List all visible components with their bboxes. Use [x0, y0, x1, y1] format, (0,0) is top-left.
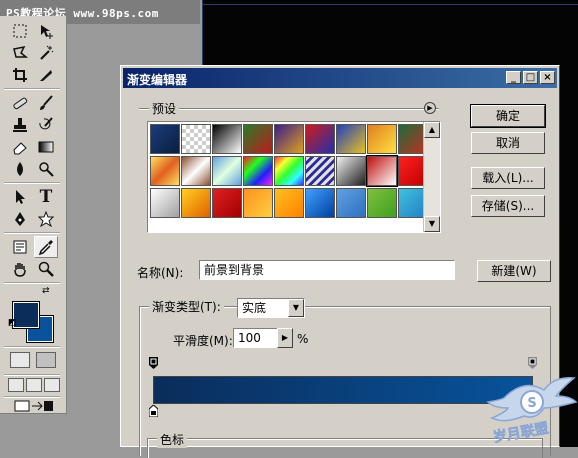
tools-divider — [4, 346, 60, 348]
scroll-down-icon[interactable]: ▼ — [424, 216, 440, 232]
presets-scrollbar[interactable]: ▲ ▼ — [423, 122, 440, 232]
slice-tool-icon[interactable] — [34, 64, 58, 86]
presets-menu-arrow-icon[interactable]: ▶ — [424, 102, 436, 114]
dodge-tool-icon[interactable] — [34, 158, 58, 180]
preset-swatch[interactable] — [212, 156, 242, 186]
tools-palette: T ⇄ ◩ — [0, 16, 67, 414]
screen-mode-full-icon[interactable] — [44, 378, 60, 392]
blur-tool-icon[interactable] — [8, 158, 32, 180]
color-stop-left-icon[interactable] — [149, 405, 158, 417]
tools-divider — [4, 88, 60, 90]
tools-divider — [4, 282, 60, 284]
preset-swatch[interactable] — [181, 188, 211, 218]
ok-button[interactable]: 确定 — [470, 104, 546, 128]
preset-swatch[interactable] — [336, 156, 366, 186]
preset-swatch[interactable] — [243, 188, 273, 218]
canvas-edge-line — [202, 4, 578, 5]
quick-mask-mode-icon[interactable] — [36, 352, 56, 368]
preset-swatch[interactable] — [336, 188, 366, 218]
presets-label: 预设 — [149, 100, 180, 117]
healing-brush-tool-icon[interactable] — [8, 92, 32, 114]
zoom-tool-icon[interactable] — [34, 258, 58, 280]
svg-text:S: S — [527, 396, 536, 411]
preset-swatch[interactable] — [274, 188, 304, 218]
preset-swatch[interactable] — [367, 188, 397, 218]
eraser-tool-icon[interactable] — [8, 136, 32, 158]
smoothness-unit: % — [297, 332, 309, 346]
color-stops-label: 色标 — [157, 431, 188, 448]
brand-logo-icon: S 岁月联盟 — [486, 377, 578, 446]
hand-tool-icon[interactable] — [8, 258, 32, 280]
close-button[interactable]: × — [540, 71, 555, 84]
crop-tool-icon[interactable] — [8, 64, 32, 86]
presets-list[interactable]: ▲ ▼ — [147, 121, 441, 233]
gradient-preview-bar[interactable] — [153, 376, 533, 404]
maximize-button[interactable]: □ — [523, 71, 538, 84]
move-tool-icon[interactable] — [34, 20, 58, 42]
brand-logo-text: 岁月联盟 — [492, 419, 550, 445]
save-button[interactable]: 存储(S)... — [471, 195, 545, 217]
preset-swatch[interactable] — [181, 124, 211, 154]
gradient-type-value: 实底 — [242, 301, 267, 315]
smoothness-slider-arrow-icon[interactable]: ▶ — [277, 328, 293, 348]
gradient-type-select[interactable]: 实底 ▼ — [237, 298, 305, 318]
opacity-stop-left-icon[interactable] — [149, 357, 158, 369]
preset-swatch[interactable] — [367, 124, 397, 154]
notes-tool-icon[interactable] — [8, 236, 32, 258]
screen-mode-standard-icon[interactable] — [8, 378, 24, 392]
dialog-titlebar[interactable]: 渐变编辑器 _ □ × — [123, 68, 557, 88]
smoothness-label: 平滑度(M): — [173, 334, 233, 348]
history-brush-tool-icon[interactable] — [34, 114, 58, 136]
marquee-tool-icon[interactable] — [8, 20, 32, 42]
path-selection-tool-icon[interactable] — [8, 186, 32, 208]
screen-mode-full-menu-icon[interactable] — [26, 378, 42, 392]
preset-swatch[interactable] — [150, 188, 180, 218]
preset-swatch[interactable] — [243, 124, 273, 154]
preset-swatch[interactable] — [366, 155, 398, 187]
type-tool-icon[interactable]: T — [34, 186, 58, 208]
preset-swatch[interactable] — [212, 188, 242, 218]
dialog-title: 渐变编辑器 — [127, 73, 188, 87]
jump-to-imageready-icon[interactable] — [12, 400, 56, 412]
preset-swatch[interactable] — [336, 124, 366, 154]
preset-swatch[interactable] — [150, 124, 180, 154]
smoothness-input[interactable]: 100 — [233, 328, 281, 348]
preset-swatch[interactable] — [212, 124, 242, 154]
name-label: 名称(N): — [137, 266, 184, 280]
preset-swatch[interactable] — [243, 156, 273, 186]
gradient-tool-icon[interactable] — [34, 136, 58, 158]
preset-swatch[interactable] — [305, 124, 335, 154]
standard-mode-icon[interactable] — [10, 352, 30, 368]
brush-tool-icon[interactable] — [34, 92, 58, 114]
preset-swatch[interactable] — [181, 156, 211, 186]
minimize-button[interactable]: _ — [506, 71, 521, 84]
lasso-tool-icon[interactable] — [8, 42, 32, 64]
default-colors-icon[interactable]: ◩ — [8, 318, 17, 328]
preset-swatch[interactable] — [305, 156, 335, 186]
tools-divider — [4, 182, 60, 184]
pen-tool-icon[interactable] — [8, 208, 32, 230]
preset-swatch[interactable] — [150, 156, 180, 186]
chevron-down-icon[interactable]: ▼ — [288, 299, 304, 317]
shape-tool-icon[interactable] — [34, 208, 58, 230]
scroll-up-icon[interactable]: ▲ — [424, 122, 440, 138]
tools-divider — [4, 374, 60, 376]
magic-wand-tool-icon[interactable] — [34, 42, 58, 64]
tools-divider — [4, 396, 60, 398]
cancel-button[interactable]: 取消 — [471, 132, 545, 154]
name-input[interactable]: 前景到背景 — [199, 260, 455, 280]
preset-swatch[interactable] — [274, 156, 304, 186]
load-button[interactable]: 载入(L)... — [471, 167, 545, 189]
gradient-type-label: 渐变类型(T): — [149, 298, 224, 315]
new-button[interactable]: 新建(W) — [477, 260, 551, 282]
eyedropper-tool-icon[interactable] — [34, 236, 58, 258]
swap-colors-icon[interactable]: ⇄ — [42, 286, 50, 296]
clone-stamp-tool-icon[interactable] — [8, 114, 32, 136]
tools-divider — [4, 232, 60, 234]
preset-swatch[interactable] — [305, 188, 335, 218]
preset-swatch[interactable] — [274, 124, 304, 154]
